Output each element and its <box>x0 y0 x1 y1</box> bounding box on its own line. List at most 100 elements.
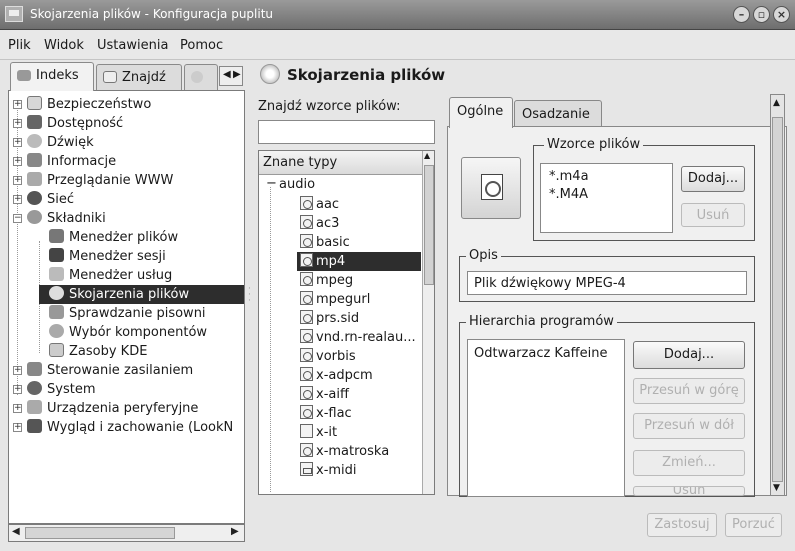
tree-horizontal-scrollbar[interactable]: ◀ ▶ <box>8 524 245 542</box>
tree-item[interactable]: + Dźwięk <box>9 133 244 152</box>
scroll-down-icon[interactable]: ▼ <box>773 483 780 493</box>
known-types-header[interactable]: Znane typy <box>259 151 422 175</box>
minimize-button[interactable]: – <box>733 6 750 23</box>
tree-item[interactable]: + Bezpieczeństwo <box>9 95 244 114</box>
apply-button[interactable]: Zastosuj <box>647 513 717 537</box>
expand-icon[interactable]: + <box>13 138 22 147</box>
list-item[interactable]: x-adpcm <box>259 366 421 385</box>
session-icon <box>49 248 64 262</box>
maximize-button[interactable]: ▫ <box>753 6 770 23</box>
tree-item[interactable]: + Dostępność <box>9 114 244 133</box>
tree-item[interactable]: Zasoby KDE <box>9 342 244 361</box>
menu-pomoc[interactable]: Pomoc <box>180 38 223 53</box>
remove-pattern-button[interactable]: Usuń <box>681 203 745 227</box>
tree-item[interactable]: + System <box>9 380 244 399</box>
tree-item[interactable]: + Wygląd i zachowanie (LookN <box>9 418 244 437</box>
tab-znajdz[interactable]: Znajdź <box>96 64 182 90</box>
tab-ogolne[interactable]: Ogólne <box>449 97 513 128</box>
expand-icon[interactable]: + <box>13 366 22 375</box>
mime-icon-button[interactable] <box>461 157 521 219</box>
add-program-button[interactable]: Dodaj... <box>633 341 745 369</box>
tab-help[interactable] <box>184 64 218 90</box>
tab-indeks[interactable]: Indeks <box>10 62 94 91</box>
menu-widok[interactable]: Widok <box>44 38 84 53</box>
scroll-up-icon[interactable]: ▲ <box>773 98 780 108</box>
scrollbar-thumb[interactable] <box>424 165 434 285</box>
list-item[interactable]: prs.sid <box>259 309 421 328</box>
arrow-left-icon[interactable]: ◀ <box>223 69 231 80</box>
tree-item[interactable]: Wybór komponentów <box>9 323 244 342</box>
list-item[interactable]: vorbis <box>259 347 421 366</box>
list-item[interactable]: Odtwarzacz Kaffeine <box>474 346 608 361</box>
tab-osadzanie[interactable]: Osadzanie <box>514 100 602 127</box>
patterns-list[interactable]: *.m4a *.M4A <box>540 163 673 233</box>
list-item[interactable]: x-aiff <box>259 385 421 404</box>
app-icon[interactable] <box>5 6 23 22</box>
tree-item-selected[interactable]: Skojarzenia plików <box>39 285 244 304</box>
collapse-icon[interactable]: − <box>13 214 22 223</box>
menu-plik[interactable]: Plik <box>8 38 31 53</box>
tree-item[interactable]: Menedżer sesji <box>9 247 244 266</box>
list-item[interactable]: vnd.rn-realau... <box>259 328 421 347</box>
list-item[interactable]: x-flac <box>259 404 421 423</box>
expand-icon[interactable]: + <box>13 385 22 394</box>
list-item[interactable]: basic <box>259 233 421 252</box>
list-item[interactable]: x-midi <box>259 461 421 480</box>
find-patterns-input[interactable] <box>258 120 435 144</box>
scroll-left-icon[interactable]: ◀ <box>12 526 20 537</box>
list-item-selected[interactable]: mp4 <box>297 252 421 271</box>
list-item[interactable]: *.m4a <box>549 169 589 184</box>
move-up-button[interactable]: Przesuń w górę <box>633 378 745 404</box>
arrow-right-icon[interactable]: ▶ <box>233 69 241 80</box>
spellcheck-icon <box>49 305 64 319</box>
tree-item[interactable]: + Informacje <box>9 152 244 171</box>
tree-item[interactable]: Menedżer plików <box>9 228 244 247</box>
expand-icon[interactable]: + <box>13 157 22 166</box>
system-icon <box>27 381 42 395</box>
expand-icon[interactable]: + <box>13 404 22 413</box>
details-vertical-scrollbar[interactable]: ▲ ▼ <box>770 94 785 496</box>
tree-item[interactable]: + Sterowanie zasilaniem <box>9 361 244 380</box>
tab-scroll-arrows[interactable]: ◀ ▶ <box>219 66 243 86</box>
module-tree: + Bezpieczeństwo + Dostępność + Dźwięk +… <box>8 90 245 524</box>
change-program-button[interactable]: Zmień... <box>633 450 745 476</box>
navigation-panel: Indeks Znajdź ◀ ▶ + Bezpieczeństwo + Dos… <box>8 62 245 542</box>
add-pattern-button[interactable]: Dodaj... <box>681 166 745 192</box>
tree-item[interactable]: Sprawdzanie pisowni <box>9 304 244 323</box>
scroll-up-icon[interactable]: ▲ <box>424 151 430 160</box>
scroll-right-icon[interactable]: ▶ <box>231 526 239 537</box>
list-item[interactable]: ac3 <box>259 214 421 233</box>
audio-file-icon <box>300 443 313 457</box>
list-item[interactable]: aac <box>259 195 421 214</box>
reset-button[interactable]: Porzuć <box>725 513 782 537</box>
description-field[interactable]: Plik dźwiękowy MPEG-4 <box>467 271 747 295</box>
panel-splitter[interactable]: · · · <box>248 285 252 316</box>
list-item[interactable]: mpegurl <box>259 290 421 309</box>
list-item[interactable]: x-matroska <box>259 442 421 461</box>
expand-icon[interactable]: + <box>13 119 22 128</box>
known-types-scrollbar[interactable]: ▲ <box>422 151 434 494</box>
scrollbar-thumb[interactable] <box>772 117 783 482</box>
tree-item[interactable]: − Składniki <box>9 209 244 228</box>
expand-icon[interactable]: + <box>13 100 22 109</box>
expand-icon[interactable]: + <box>13 423 22 432</box>
tree-item[interactable]: + Urządzenia peryferyjne <box>9 399 244 418</box>
list-item[interactable]: x-it <box>259 423 421 442</box>
audio-file-icon <box>300 367 313 381</box>
tree-item[interactable]: + Sieć <box>9 190 244 209</box>
move-down-button[interactable]: Przesuń w dół <box>633 413 745 439</box>
audio-file-icon <box>300 405 313 419</box>
menu-ustawienia[interactable]: Ustawienia <box>97 38 168 53</box>
close-button[interactable]: × <box>773 6 790 23</box>
list-item[interactable]: *.M4A <box>549 187 588 202</box>
list-item[interactable]: mpeg <box>259 271 421 290</box>
remove-program-button[interactable]: Usuń <box>633 486 745 496</box>
expand-icon[interactable]: + <box>13 176 22 185</box>
tree-item[interactable]: + Przeglądanie WWW <box>9 171 244 190</box>
audio-file-icon <box>300 253 313 267</box>
expand-icon[interactable]: + <box>13 195 22 204</box>
tree-group-audio[interactable]: − audio <box>259 176 421 195</box>
programs-list[interactable]: Odtwarzacz Kaffeine <box>467 339 625 497</box>
scrollbar-thumb[interactable] <box>25 527 175 539</box>
tree-item[interactable]: Menedżer usług <box>9 266 244 285</box>
